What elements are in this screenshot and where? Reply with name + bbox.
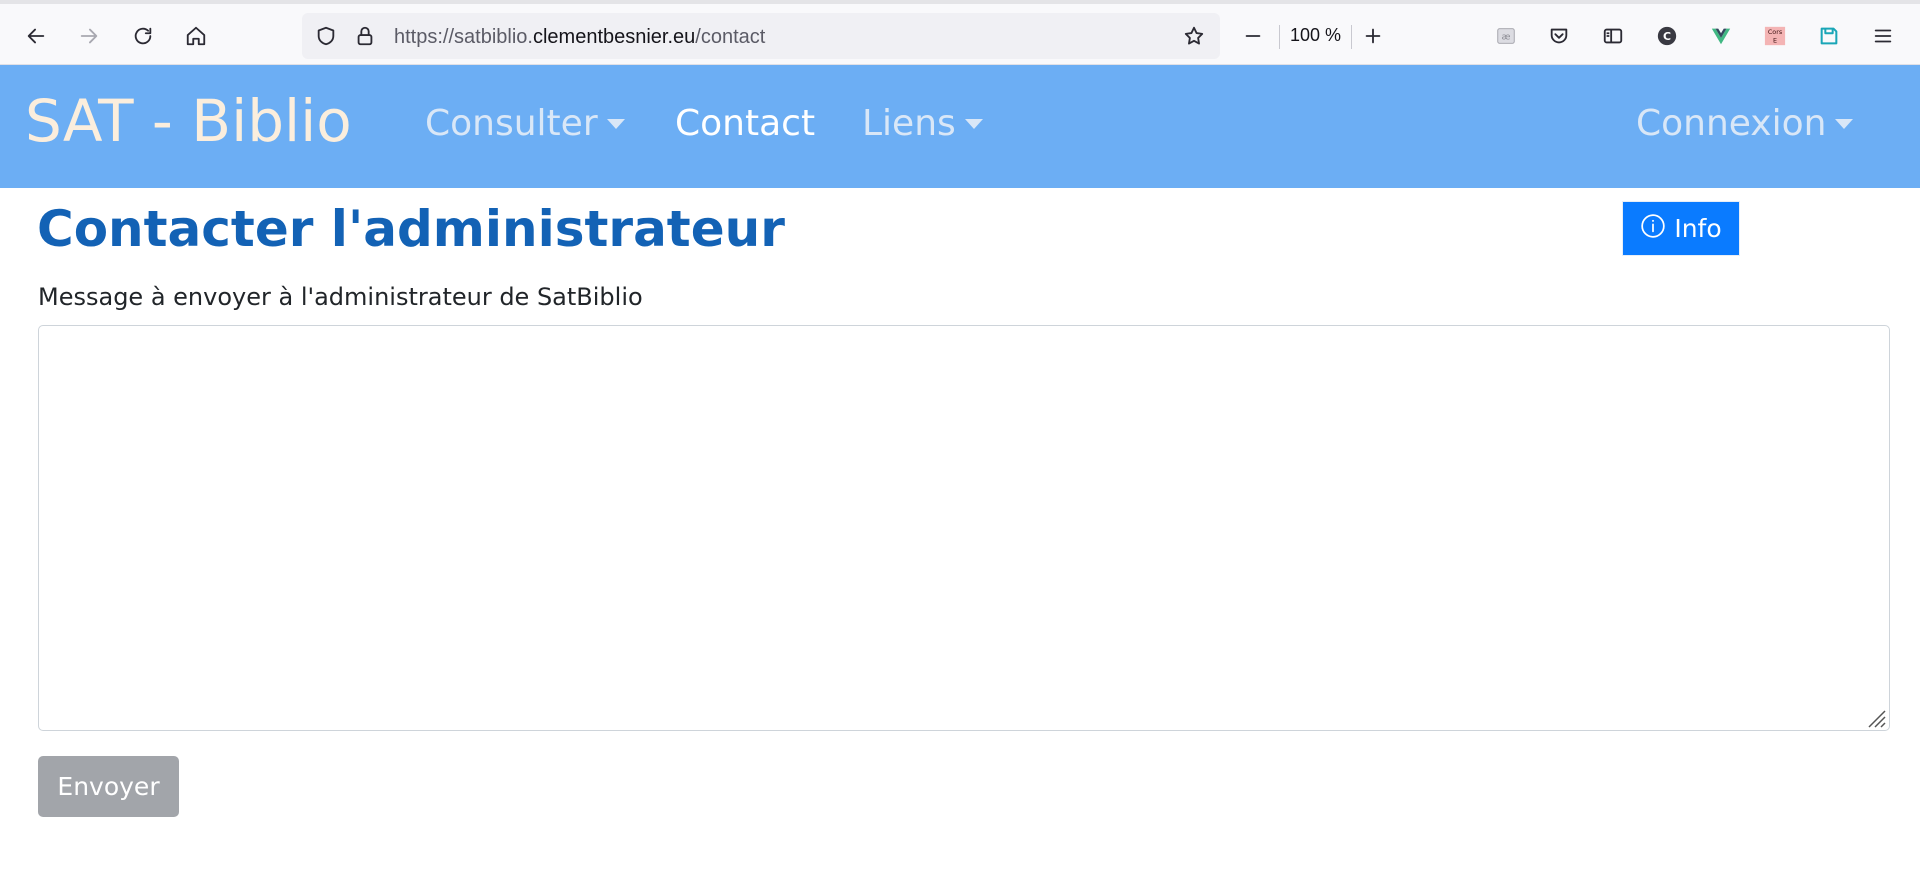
save-extension-icon[interactable] [1813, 20, 1845, 52]
nav-item-consulter[interactable]: Consulter [425, 103, 625, 144]
svg-text:Cors: Cors [1768, 28, 1783, 36]
nav-item-liens[interactable]: Liens [862, 103, 983, 144]
caret-down-icon [964, 118, 983, 129]
vue-devtools-icon[interactable] [1705, 20, 1737, 52]
site-navbar: SAT - Biblio Consulter Contact Liens Con… [0, 65, 1920, 188]
forward-arrow-icon[interactable] [73, 20, 105, 52]
info-icon [1640, 213, 1666, 245]
url-domain: clementbesnier.eu [532, 26, 696, 48]
resize-grip-icon[interactable] [1864, 706, 1886, 728]
send-button[interactable]: Envoyer [38, 756, 179, 817]
menu-icon[interactable] [1867, 20, 1899, 52]
zoom-level[interactable]: 100 % [1290, 25, 1341, 46]
url-prefix: https://satbiblio. [394, 26, 533, 48]
zoom-in-icon[interactable] [1357, 20, 1389, 52]
svg-text:C: C [1663, 30, 1671, 43]
zoom-out-icon[interactable] [1237, 20, 1269, 52]
page-title: Contacter l'administrateur [37, 200, 785, 258]
svg-text:E: E [1773, 36, 1777, 44]
url-bar[interactable]: https://satbiblio.clementbesnier.eu/cont… [302, 13, 1220, 59]
browser-toolbar: https://satbiblio.clementbesnier.eu/cont… [0, 0, 1920, 65]
url-text[interactable]: https://satbiblio.clementbesnier.eu/cont… [394, 26, 765, 49]
cors-extension-icon[interactable]: Cors E [1759, 20, 1791, 52]
nav-item-label: Contact [675, 103, 816, 144]
c-extension-icon[interactable]: C [1651, 20, 1683, 52]
message-textarea[interactable] [38, 325, 1890, 731]
shield-icon[interactable] [310, 20, 342, 52]
zoom-separator [1351, 25, 1352, 49]
svg-text:æ: æ [1502, 32, 1511, 43]
bookmark-star-icon[interactable] [1178, 20, 1210, 52]
nav-item-label: Liens [862, 103, 956, 144]
message-label: Message à envoyer à l'administrateur de … [38, 283, 643, 311]
lock-icon[interactable] [349, 20, 381, 52]
nav-item-contact[interactable]: Contact [675, 103, 815, 144]
caret-down-icon [606, 118, 625, 129]
pocket-icon[interactable] [1543, 20, 1575, 52]
nav-item-label: Connexion [1636, 103, 1827, 144]
home-icon[interactable] [180, 20, 212, 52]
info-button[interactable]: Info [1622, 201, 1740, 256]
back-arrow-icon[interactable] [20, 20, 52, 52]
zoom-separator [1279, 25, 1280, 49]
url-path: /contact [695, 26, 766, 48]
nav-item-connexion[interactable]: Connexion [1636, 103, 1854, 144]
sidebar-icon[interactable] [1597, 20, 1629, 52]
nav-item-label: Consulter [425, 103, 598, 144]
caret-down-icon [1835, 118, 1854, 129]
info-button-label: Info [1674, 214, 1722, 243]
brand-title[interactable]: SAT - Biblio [25, 87, 352, 155]
reload-icon[interactable] [127, 20, 159, 52]
reader-extension-icon[interactable]: æ [1490, 20, 1522, 52]
